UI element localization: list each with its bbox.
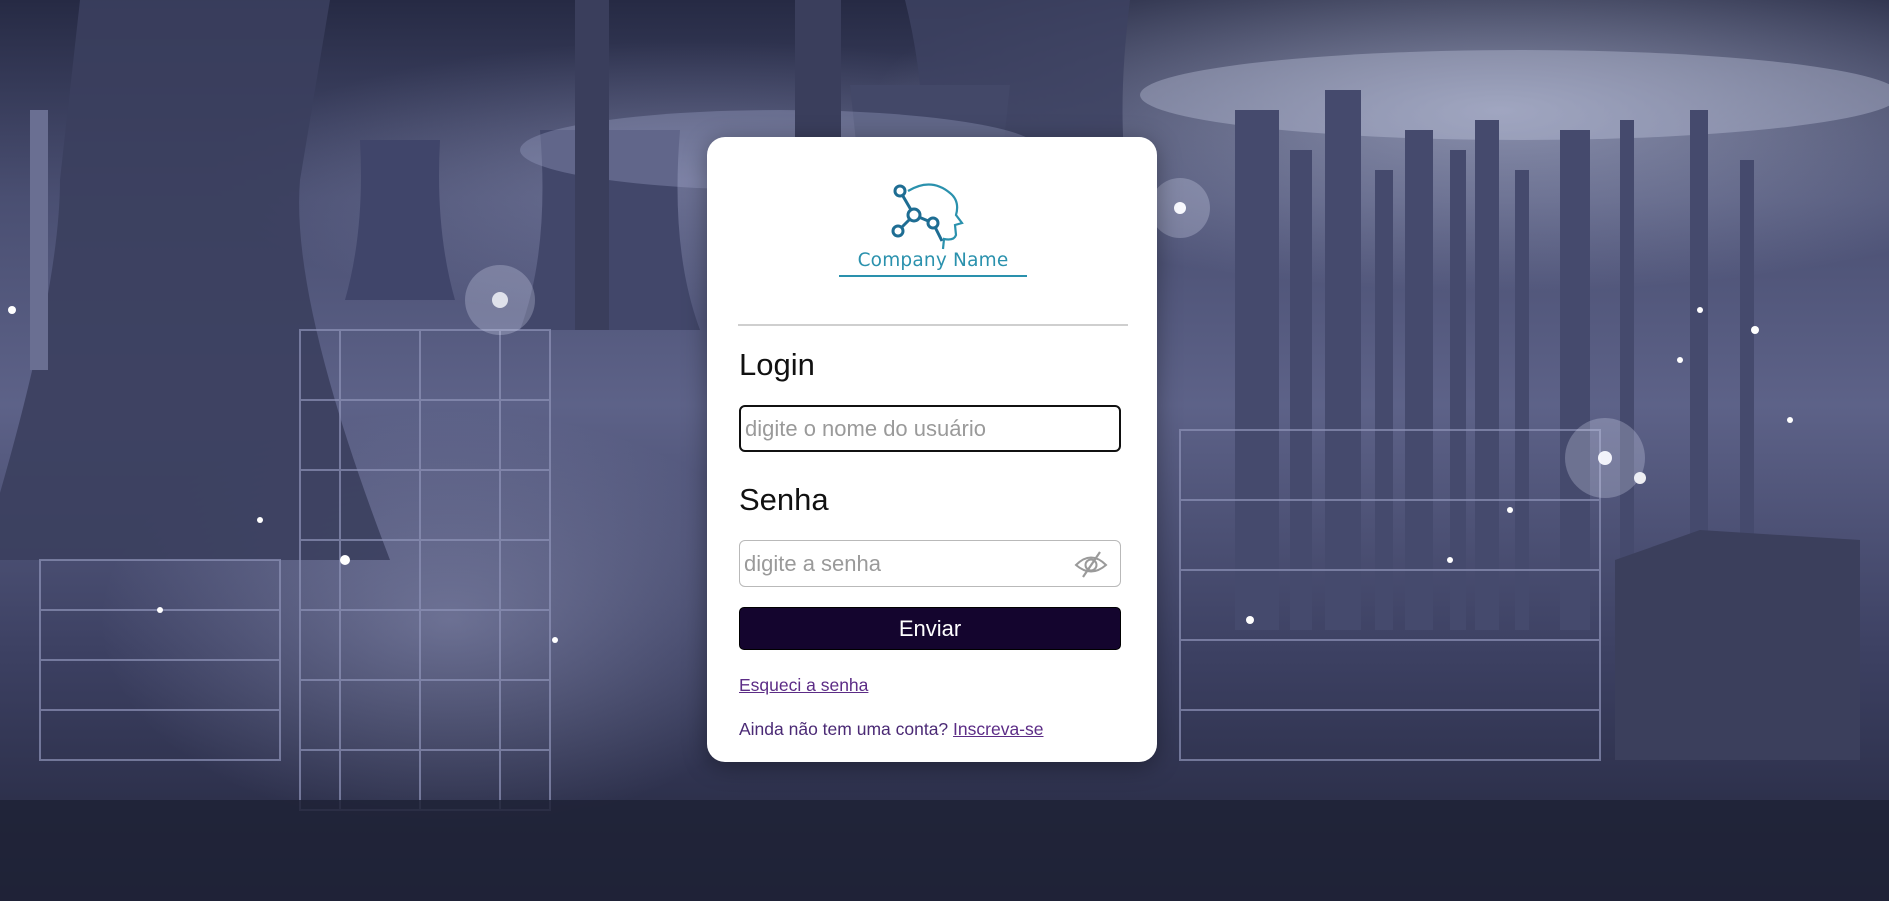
company-name: Company Name <box>857 250 1009 271</box>
divider <box>738 324 1128 326</box>
submit-button[interactable]: Enviar <box>739 607 1121 650</box>
login-label: Login <box>739 347 815 382</box>
password-label: Senha <box>739 482 829 517</box>
signup-prompt: Ainda não tem uma conta? <box>739 719 949 739</box>
signup-row: Ainda não tem uma conta? Inscreva-se <box>739 719 1044 740</box>
login-card: Company Name Login Senha Enviar Esqueci … <box>707 137 1157 762</box>
forgot-password-link[interactable]: Esqueci a senha <box>739 675 868 696</box>
password-input[interactable] <box>739 540 1121 587</box>
username-input[interactable] <box>739 405 1121 452</box>
brain-head-logo-icon <box>891 183 964 250</box>
signup-link[interactable]: Inscreva-se <box>953 719 1043 739</box>
eye-slash-icon[interactable] <box>1072 549 1110 579</box>
company-logo: Company Name <box>833 183 1033 283</box>
logo-underline <box>839 275 1027 277</box>
